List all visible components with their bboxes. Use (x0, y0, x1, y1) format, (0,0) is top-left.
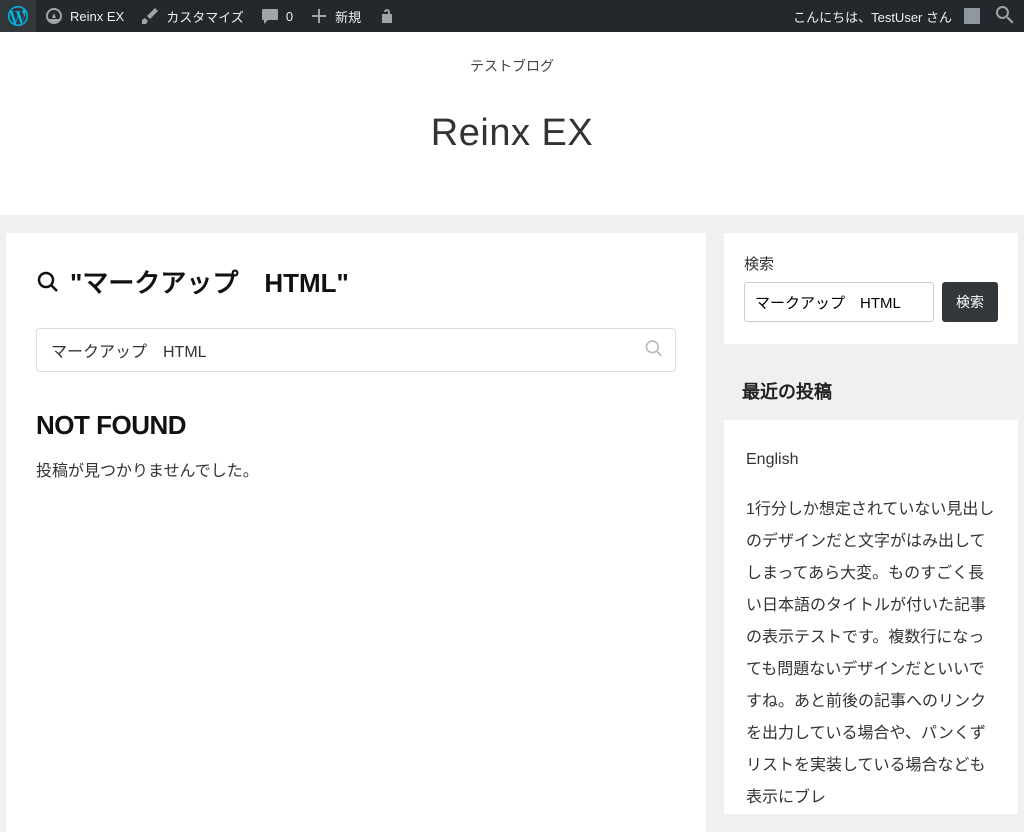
search-widget: 検索 検索 (724, 233, 1018, 344)
recent-posts-widget: 最近の投稿 English 1行分しか想定されていない見出しのデザインだと文字が… (724, 362, 1018, 832)
wp-admin-bar: Reinx EX カスタマイズ 0 新規 こんにちは、T (0, 0, 1024, 32)
greeting-text: こんにちは、TestUser さん (793, 7, 952, 26)
site-header: テストブログ Reinx EX (0, 32, 1024, 215)
dashboard-icon (44, 6, 64, 26)
customize-label: カスタマイズ (166, 7, 244, 26)
search-icon (996, 6, 1016, 26)
widget-title-bar: 最近の投稿 (724, 362, 1018, 420)
unlock-menu[interactable] (369, 0, 405, 32)
main-search-input[interactable] (36, 328, 676, 372)
my-account-menu[interactable]: こんにちは、TestUser さん (785, 0, 988, 32)
sidebar-search-button[interactable]: 検索 (942, 282, 998, 322)
sidebar-search-input[interactable] (744, 282, 934, 322)
search-icon (36, 270, 60, 294)
comments-count: 0 (286, 9, 293, 24)
search-icon (644, 339, 664, 359)
new-content-menu[interactable]: 新規 (301, 0, 369, 32)
main-content: "マークアップ HTML" NOT FOUND 投稿が見つかりませんでした。 (6, 233, 706, 832)
main-search-form (36, 328, 676, 372)
comment-icon (260, 6, 280, 26)
site-name-menu[interactable]: Reinx EX (36, 0, 132, 32)
site-name-label: Reinx EX (70, 9, 124, 24)
adminbar-search[interactable] (988, 0, 1024, 32)
recent-post-link[interactable]: English (746, 444, 996, 476)
plus-icon (309, 6, 329, 26)
customize-menu[interactable]: カスタマイズ (132, 0, 252, 32)
new-label: 新規 (335, 7, 361, 26)
recent-posts-title: 最近の投稿 (742, 378, 1000, 404)
site-description: テストブログ (0, 56, 1024, 76)
search-widget-label: 検索 (744, 253, 998, 274)
main-search-submit[interactable] (638, 333, 670, 368)
brush-icon (140, 6, 160, 26)
wordpress-logo-icon (8, 6, 28, 26)
comments-menu[interactable]: 0 (252, 0, 301, 32)
notfound-title: NOT FOUND (36, 410, 676, 441)
notfound-message: 投稿が見つかりませんでした。 (36, 457, 676, 481)
recent-post-link[interactable]: 1行分しか想定されていない見出しのデザインだと文字がはみ出してしまってあら大変。… (746, 494, 996, 814)
avatar (964, 8, 980, 24)
sidebar: 検索 検索 最近の投稿 English 1行分しか想定されていない見出しのデザイ… (724, 233, 1018, 832)
search-results-heading: "マークアップ HTML" (36, 263, 676, 300)
wp-logo-menu[interactable] (0, 0, 36, 32)
unlock-icon (377, 6, 397, 26)
site-title[interactable]: Reinx EX (0, 112, 1024, 155)
